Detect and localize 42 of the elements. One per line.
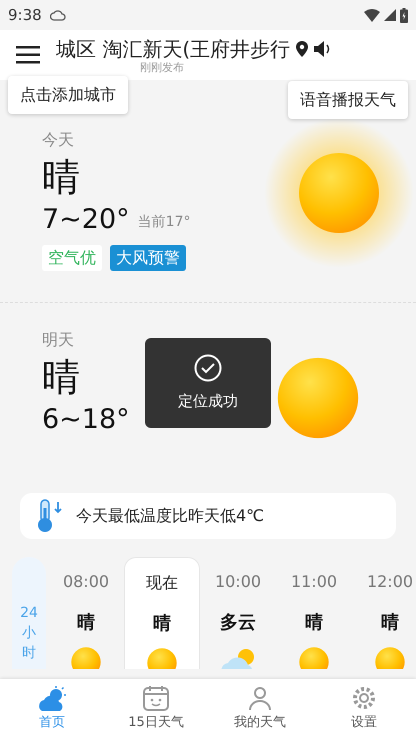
tooltip: 点击添加城市 (8, 76, 128, 114)
sun-icon (277, 357, 359, 439)
cloud-sun-icon (37, 685, 67, 712)
nav-tab[interactable]: 我的天气 (208, 679, 312, 739)
toast: 定位成功 (145, 338, 271, 428)
hourly-label: 24小时 (19, 604, 39, 663)
status-time: 9:38 (8, 4, 42, 26)
sun-icon (299, 647, 329, 669)
cloud-icon (50, 9, 66, 21)
day-label: 今天 (42, 129, 75, 151)
warning-tag: 大风预警 (110, 245, 186, 271)
settings-icon (351, 685, 377, 712)
weather-condition: 晴 (42, 354, 81, 401)
person-icon (247, 685, 273, 712)
update-time: 刚刚发布 (140, 62, 185, 74)
weather-condition: 晴 (42, 154, 81, 201)
nav-tab[interactable]: 设置 (312, 679, 416, 739)
hourly-column[interactable]: 10:00 多云 (200, 557, 276, 669)
day-label: 明天 (42, 329, 75, 351)
hourly-column[interactable]: 12:00 晴 (352, 557, 416, 669)
wifi-icon (364, 8, 380, 22)
sun-icon (375, 647, 405, 669)
calendar-icon (143, 685, 169, 712)
sun-icon (147, 648, 177, 669)
temperature-range: 7~20° (42, 203, 130, 237)
sun-icon (71, 647, 101, 669)
notice-text: 今天最低温度比昨天低4℃ (76, 505, 264, 527)
hourly-column[interactable]: 11:00 晴 (276, 557, 352, 669)
signal-icon (384, 9, 396, 21)
check-circle-icon (194, 354, 222, 382)
location-pin-icon[interactable] (296, 41, 308, 57)
battery-icon (400, 8, 408, 22)
nav-tab[interactable]: 15日天气 (104, 679, 208, 739)
tooltip: 语音播报天气 (288, 81, 408, 119)
menu-icon[interactable] (16, 46, 40, 64)
temperature-range: 6~18° (42, 403, 130, 437)
location-title[interactable]: 城区 淘汇新天(王府井步行 (56, 36, 290, 62)
air-quality-tag: 空气优 (42, 245, 102, 271)
hourly-column[interactable]: 08:00 晴 (48, 557, 124, 669)
hourly-column[interactable]: 现在 晴 (124, 557, 200, 669)
current-temperature: 当前17° (138, 213, 190, 232)
sun-icon (264, 118, 414, 268)
